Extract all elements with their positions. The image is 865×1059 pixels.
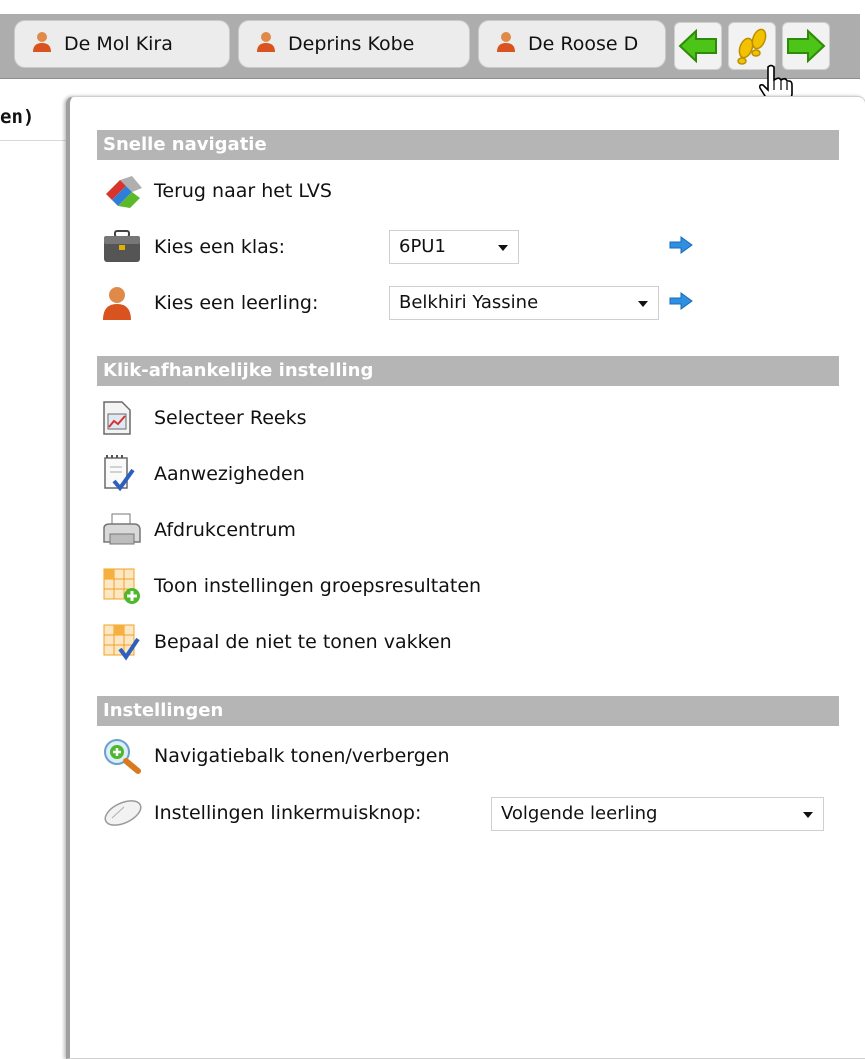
select-series-label: Selecteer Reeks <box>154 407 307 429</box>
left-mouse-select[interactable]: Volgende leerling <box>491 797 824 831</box>
attendance-label: Aanwezigheden <box>154 463 305 485</box>
chevron-down-icon <box>498 245 508 251</box>
chart-document-icon <box>102 399 154 437</box>
student-tab-label: De Mol Kira <box>64 33 173 55</box>
printer-icon <box>102 511 154 549</box>
group-results-settings-item[interactable]: Toon instellingen groepsresultaten <box>102 567 481 605</box>
choose-student-label: Kies een leerling: <box>154 292 319 314</box>
section-header-click-dependent: Klik-afhankelijke instelling <box>97 356 839 386</box>
student-tab[interactable]: De Roose D <box>478 20 666 68</box>
student-tab-label: Deprins Kobe <box>288 33 415 55</box>
grid-add-icon <box>102 567 154 605</box>
quick-navigation-button[interactable] <box>728 22 776 70</box>
go-to-student-arrow-icon[interactable] <box>669 292 693 310</box>
back-to-lvs-label: Terug naar het LVS <box>154 180 332 202</box>
attendance-item[interactable]: Aanwezigheden <box>102 455 305 493</box>
previous-student-button[interactable] <box>674 22 722 70</box>
notepad-check-icon <box>102 455 154 493</box>
left-mouse-settings-row: Instellingen linkermuisknop: <box>102 794 421 832</box>
section-header-settings: Instellingen <box>97 696 839 726</box>
student-select[interactable]: Belkhiri Yassine <box>389 286 659 320</box>
person-icon <box>102 284 154 322</box>
background-content: en) <box>0 98 70 1057</box>
mouse-icon <box>102 794 154 832</box>
background-header-text: en) <box>0 106 35 128</box>
chevron-down-icon <box>638 301 648 307</box>
student-tab[interactable]: De Mol Kira <box>14 20 230 68</box>
choose-student-row: Kies een leerling: <box>102 284 318 322</box>
hide-subjects-item[interactable]: Bepaal de niet te tonen vakken <box>102 623 452 661</box>
background-header: en) <box>0 98 70 141</box>
briefcase-icon <box>102 228 154 266</box>
person-icon <box>256 31 276 58</box>
hide-subjects-label: Bepaal de niet te tonen vakken <box>154 631 452 653</box>
quick-navigation-panel: Snelle navigatie Terug naar het LVS Kies… <box>66 96 865 1059</box>
lvs-logo-icon <box>102 172 154 210</box>
section-header-quick-nav: Snelle navigatie <box>97 130 839 160</box>
grid-check-icon <box>102 623 154 661</box>
chevron-down-icon <box>803 812 813 818</box>
student-tab-label: De Roose D <box>528 33 639 55</box>
student-tab-bar: De Mol Kira Deprins Kobe De Roose D <box>0 14 860 79</box>
print-center-item[interactable]: Afdrukcentrum <box>102 511 296 549</box>
select-series-item[interactable]: Selecteer Reeks <box>102 399 306 437</box>
magnifier-add-icon <box>102 737 154 775</box>
toggle-navbar-label: Navigatiebalk tonen/verbergen <box>154 745 450 767</box>
left-mouse-label: Instellingen linkermuisknop: <box>154 802 422 824</box>
choose-class-label: Kies een klas: <box>154 236 286 258</box>
toggle-navbar-item[interactable]: Navigatiebalk tonen/verbergen <box>102 737 450 775</box>
student-tab[interactable]: Deprins Kobe <box>238 20 470 68</box>
back-to-lvs-link[interactable]: Terug naar het LVS <box>102 172 332 210</box>
print-center-label: Afdrukcentrum <box>154 519 296 541</box>
group-results-settings-label: Toon instellingen groepsresultaten <box>154 575 482 597</box>
choose-class-row: Kies een klas: <box>102 228 285 266</box>
go-to-class-arrow-icon[interactable] <box>669 236 693 254</box>
green-left-arrow-icon <box>678 29 717 63</box>
class-select[interactable]: 6PU1 <box>389 230 519 264</box>
left-mouse-select-value: Volgende leerling <box>501 803 658 824</box>
footprints-icon <box>737 28 767 65</box>
student-select-value: Belkhiri Yassine <box>399 292 539 313</box>
person-icon <box>496 31 516 58</box>
class-select-value: 6PU1 <box>399 236 446 257</box>
next-student-button[interactable] <box>782 22 830 70</box>
person-icon <box>32 31 52 58</box>
green-right-arrow-icon <box>787 29 826 63</box>
